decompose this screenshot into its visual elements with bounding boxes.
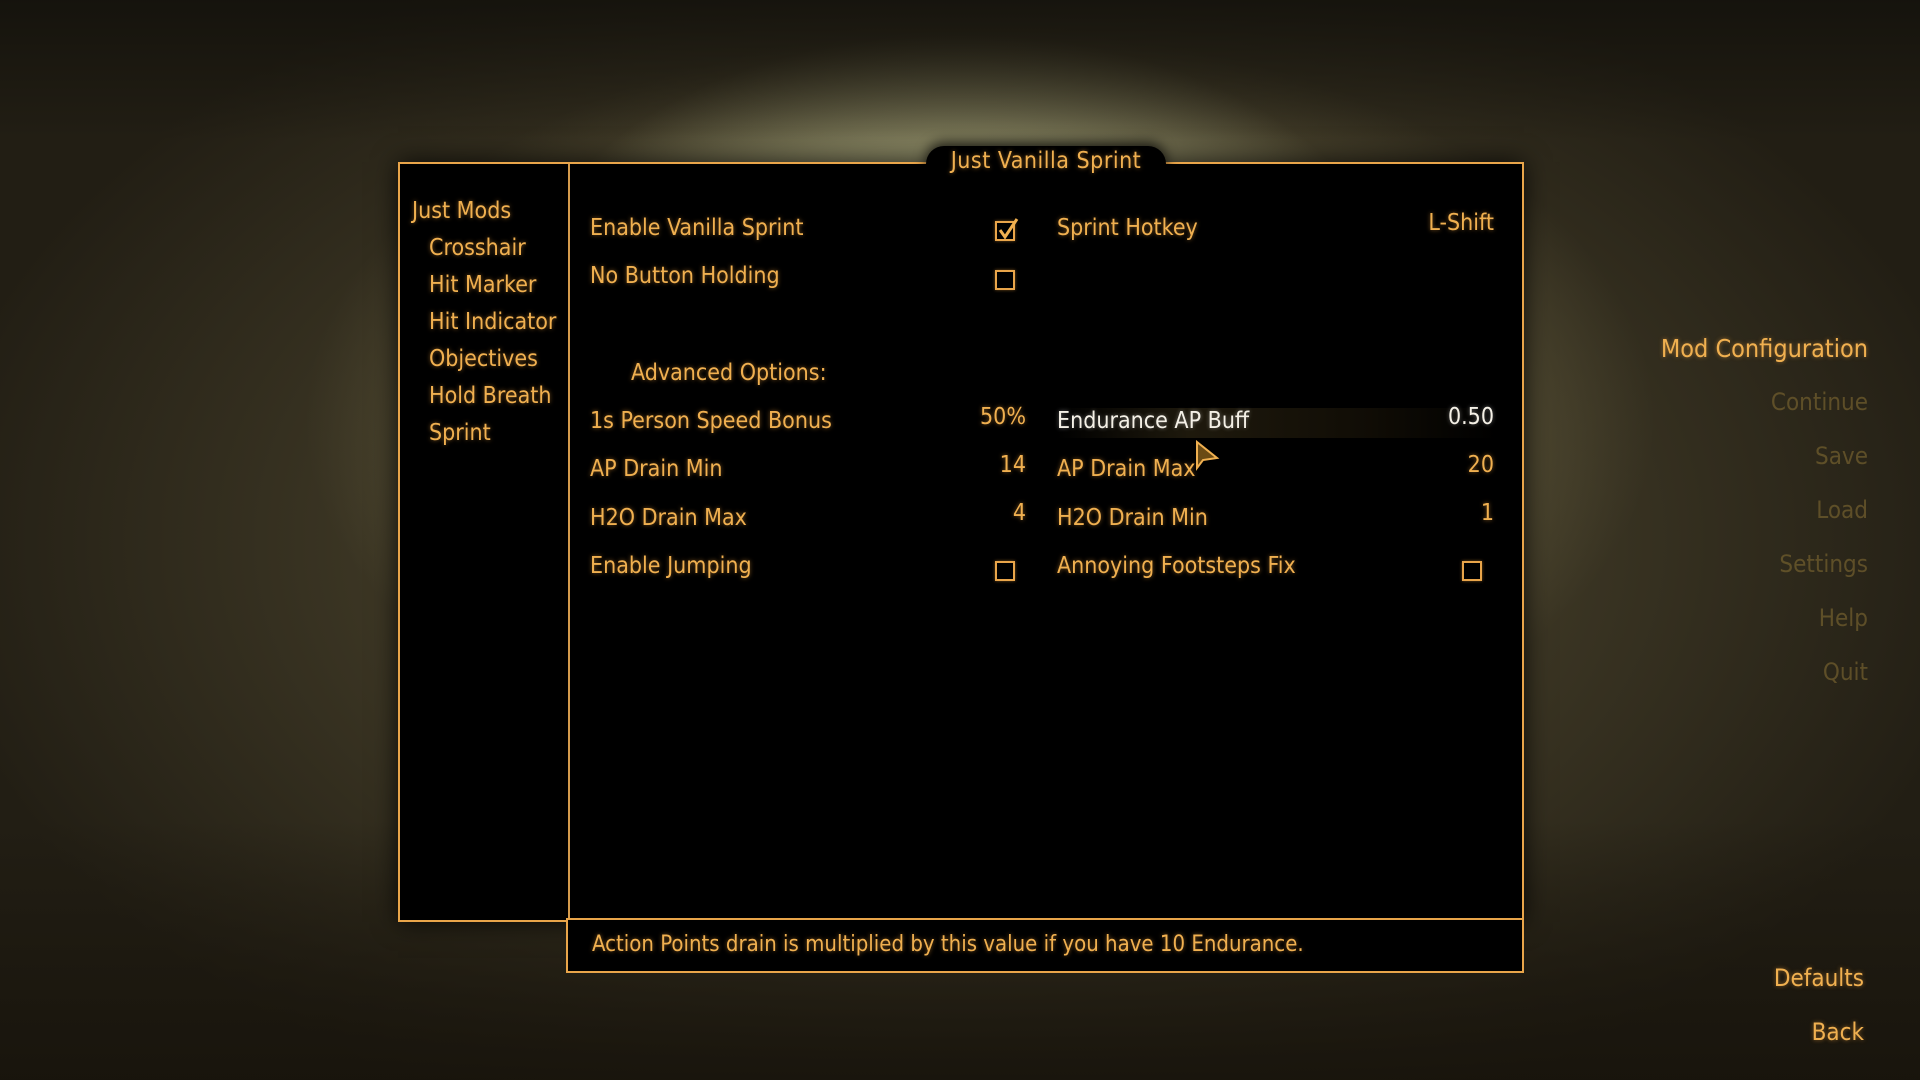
no-button-holding-label[interactable]: No Button Holding bbox=[590, 263, 780, 289]
sidebar-item-hit-marker[interactable]: Hit Marker bbox=[429, 272, 536, 298]
advanced-options-header: Advanced Options: bbox=[631, 360, 827, 386]
annoying-footsteps-fix-label[interactable]: Annoying Footsteps Fix bbox=[1057, 553, 1296, 579]
sprint-hotkey-label[interactable]: Sprint Hotkey bbox=[1057, 215, 1198, 241]
menu-item-help[interactable]: Help bbox=[1819, 604, 1868, 632]
sidebar-item-crosshair[interactable]: Crosshair bbox=[429, 235, 526, 261]
ap-drain-max-value[interactable]: 20 bbox=[1468, 452, 1494, 478]
enable-vanilla-sprint-label[interactable]: Enable Vanilla Sprint bbox=[590, 215, 803, 241]
ap-drain-min-value[interactable]: 14 bbox=[1000, 452, 1026, 478]
sidebar-item-hold-breath[interactable]: Hold Breath bbox=[429, 383, 552, 409]
enable-jumping-label[interactable]: Enable Jumping bbox=[590, 553, 752, 579]
sprint-hotkey-value[interactable]: L-Shift bbox=[1428, 210, 1494, 236]
annoying-footsteps-fix-checkbox[interactable] bbox=[1462, 561, 1482, 581]
checkmark-icon bbox=[998, 218, 1019, 240]
endurance-ap-buff-value[interactable]: 0.50 bbox=[1448, 404, 1494, 430]
back-button[interactable]: Back bbox=[1812, 1018, 1864, 1046]
mouse-cursor-icon bbox=[1196, 440, 1220, 471]
defaults-button[interactable]: Defaults bbox=[1774, 964, 1864, 992]
enable-jumping-checkbox[interactable] bbox=[995, 561, 1015, 581]
help-text: Action Points drain is multiplied by thi… bbox=[592, 932, 1304, 957]
menu-item-quit[interactable]: Quit bbox=[1823, 658, 1868, 686]
enable-vanilla-sprint-checkbox[interactable] bbox=[995, 218, 1019, 241]
endurance-ap-buff-label[interactable]: Endurance AP Buff bbox=[1057, 408, 1249, 434]
first-person-speed-bonus-value[interactable]: 50% bbox=[980, 404, 1026, 430]
first-person-speed-bonus-label[interactable]: 1s Person Speed Bonus bbox=[590, 408, 832, 434]
ap-drain-min-label[interactable]: AP Drain Min bbox=[590, 456, 722, 482]
menu-item-load[interactable]: Load bbox=[1816, 496, 1868, 524]
no-button-holding-checkbox[interactable] bbox=[995, 270, 1015, 290]
h2o-drain-max-label[interactable]: H2O Drain Max bbox=[590, 505, 747, 531]
mod-config-panel bbox=[398, 162, 1524, 922]
ap-drain-max-label[interactable]: AP Drain Max bbox=[1057, 456, 1196, 482]
sidebar-item-sprint[interactable]: Sprint bbox=[429, 420, 491, 446]
help-text-box: Action Points drain is multiplied by thi… bbox=[566, 918, 1524, 973]
menu-item-mod-configuration[interactable]: Mod Configuration bbox=[1661, 334, 1868, 363]
h2o-drain-min-value[interactable]: 1 bbox=[1481, 500, 1494, 526]
menu-item-save[interactable]: Save bbox=[1815, 442, 1868, 470]
menu-item-continue[interactable]: Continue bbox=[1771, 388, 1868, 416]
h2o-drain-min-label[interactable]: H2O Drain Min bbox=[1057, 505, 1208, 531]
h2o-drain-max-value[interactable]: 4 bbox=[1013, 500, 1026, 526]
sidebar-divider bbox=[568, 164, 570, 920]
background-shade-top bbox=[0, 0, 1920, 140]
sidebar-item-objectives[interactable]: Objectives bbox=[429, 346, 538, 372]
menu-item-settings[interactable]: Settings bbox=[1779, 550, 1868, 578]
sidebar-item-hit-indicator[interactable]: Hit Indicator bbox=[429, 309, 556, 335]
sidebar-header-just-mods[interactable]: Just Mods bbox=[412, 198, 511, 224]
panel-title: Just Vanilla Sprint bbox=[950, 148, 1142, 174]
